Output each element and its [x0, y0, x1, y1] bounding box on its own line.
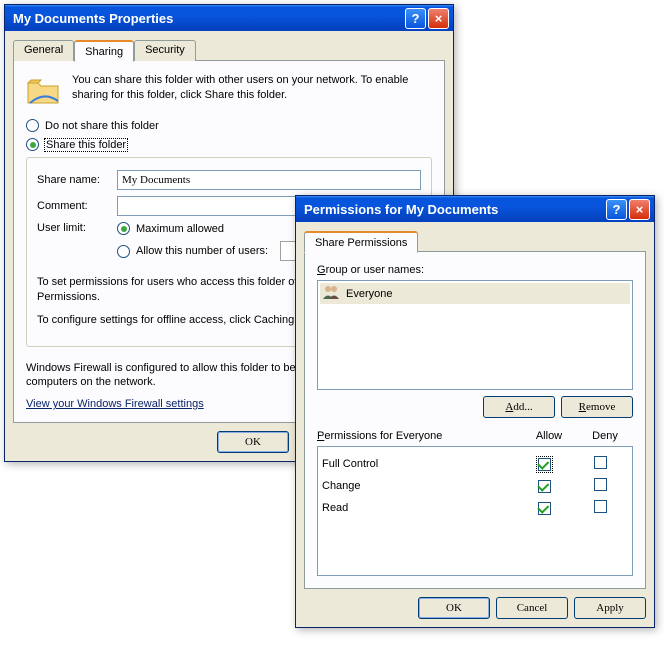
permissions-for-label: Permissions for Everyone [317, 430, 521, 442]
radio-do-not-share[interactable]: Do not share this folder [26, 119, 432, 132]
permission-name: Change [322, 480, 516, 492]
deny-checkbox[interactable] [594, 500, 607, 513]
permissions-window: Permissions for My Documents ? × Share P… [295, 195, 655, 628]
close-icon: × [636, 202, 644, 217]
help-button[interactable]: ? [606, 199, 627, 220]
allow-checkbox[interactable] [538, 480, 551, 493]
titlebar[interactable]: Permissions for My Documents ? × [296, 196, 654, 222]
permission-row: Read [322, 497, 628, 519]
tab-share-permissions[interactable]: Share Permissions [304, 231, 418, 253]
user-limit-label: User limit: [37, 222, 117, 234]
apply-button[interactable]: Apply [574, 597, 646, 619]
permission-row: Full Control [322, 453, 628, 475]
folder-share-icon [26, 73, 62, 109]
share-name-label: Share name: [37, 174, 117, 186]
list-item-label: Everyone [346, 288, 392, 300]
ok-button[interactable]: OK [418, 597, 490, 619]
ok-button[interactable]: OK [217, 431, 289, 453]
column-allow: Allow [521, 430, 577, 442]
question-icon: ? [412, 11, 420, 26]
titlebar[interactable]: My Documents Properties ? × [5, 5, 453, 31]
tab-security[interactable]: Security [134, 40, 196, 61]
column-deny: Deny [577, 430, 633, 442]
share-name-input[interactable] [117, 170, 421, 190]
tab-strip: Share Permissions [304, 231, 646, 252]
allow-checkbox[interactable] [538, 458, 551, 471]
group-label: Group or user names: [317, 264, 633, 276]
tab-general[interactable]: General [13, 40, 74, 61]
radio-icon [26, 119, 39, 132]
cancel-button[interactable]: Cancel [496, 597, 568, 619]
tab-strip: General Sharing Security [13, 40, 445, 61]
window-title: Permissions for My Documents [304, 202, 606, 217]
firewall-link[interactable]: View your Windows Firewall settings [26, 398, 204, 410]
radio-share-folder[interactable]: Share this folder [26, 138, 432, 151]
deny-checkbox[interactable] [594, 478, 607, 491]
radio-icon [117, 245, 130, 258]
help-button[interactable]: ? [405, 8, 426, 29]
allow-checkbox[interactable] [538, 502, 551, 515]
users-icon [322, 284, 340, 303]
add-button[interactable]: Add... [483, 396, 555, 418]
comment-label: Comment: [37, 200, 117, 212]
close-button[interactable]: × [629, 199, 650, 220]
tab-sharing[interactable]: Sharing [74, 40, 134, 62]
permission-name: Full Control [322, 458, 516, 470]
permissions-list: Full Control Change Read [317, 446, 633, 576]
question-icon: ? [613, 202, 621, 217]
window-title: My Documents Properties [13, 11, 405, 26]
permission-name: Read [322, 502, 516, 514]
close-button[interactable]: × [428, 8, 449, 29]
close-icon: × [435, 11, 443, 26]
remove-button[interactable]: Remove [561, 396, 633, 418]
radio-icon [26, 138, 39, 151]
users-listbox[interactable]: Everyone [317, 280, 633, 390]
deny-checkbox[interactable] [594, 456, 607, 469]
permissions-panel: Group or user names: Everyone Add... Rem… [304, 251, 646, 589]
list-item[interactable]: Everyone [320, 283, 630, 304]
intro-text: You can share this folder with other use… [72, 73, 432, 109]
permission-row: Change [322, 475, 628, 497]
radio-icon [117, 222, 130, 235]
